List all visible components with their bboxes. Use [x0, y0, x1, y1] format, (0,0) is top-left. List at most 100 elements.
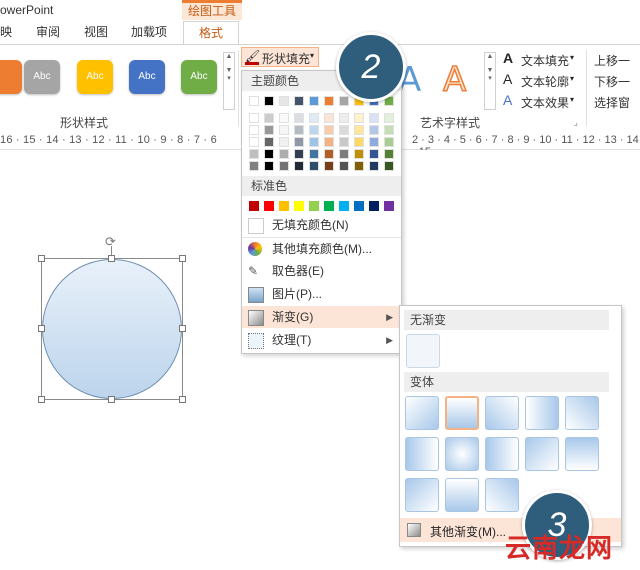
theme-color-swatch[interactable]	[249, 161, 259, 171]
theme-color-swatch[interactable]	[279, 149, 289, 159]
theme-color-swatch[interactable]	[354, 113, 364, 123]
resize-handle-n[interactable]	[108, 255, 115, 262]
theme-color-swatch[interactable]	[264, 161, 274, 171]
standard-color-swatch[interactable]	[264, 201, 274, 211]
standard-color-swatch[interactable]	[279, 201, 289, 211]
tab-format[interactable]: 格式	[183, 21, 239, 45]
theme-color-swatch[interactable]	[384, 113, 394, 123]
theme-color-swatch[interactable]	[309, 96, 319, 106]
resize-handle-w[interactable]	[38, 325, 45, 332]
theme-color-swatch[interactable]	[324, 161, 334, 171]
theme-color-swatch[interactable]	[249, 149, 259, 159]
theme-color-swatch[interactable]	[324, 125, 334, 135]
gradient-variant[interactable]	[525, 396, 559, 430]
theme-color-swatch[interactable]	[384, 125, 394, 135]
dialog-launcher-icon[interactable]: ⌟	[574, 118, 578, 127]
theme-color-swatch[interactable]	[324, 113, 334, 123]
theme-color-swatch[interactable]	[294, 113, 304, 123]
theme-color-swatch[interactable]	[339, 113, 349, 123]
menu-item-more-fill-colors[interactable]: 其他填充颜色(M)...	[242, 237, 401, 260]
theme-color-swatch[interactable]	[369, 125, 379, 135]
theme-color-swatch[interactable]	[294, 96, 304, 106]
theme-color-swatch[interactable]	[324, 149, 334, 159]
gradient-variant[interactable]	[405, 437, 439, 471]
theme-color-swatch[interactable]	[294, 149, 304, 159]
theme-color-swatch[interactable]	[369, 113, 379, 123]
theme-color-swatch[interactable]	[264, 149, 274, 159]
theme-color-swatch[interactable]	[264, 96, 274, 106]
theme-color-swatch[interactable]	[279, 113, 289, 123]
theme-color-swatch[interactable]	[309, 161, 319, 171]
resize-handle-ne[interactable]	[179, 255, 186, 262]
gradient-variant[interactable]	[485, 396, 519, 430]
tab-review[interactable]: 审阅	[36, 22, 60, 44]
theme-color-swatch[interactable]	[309, 125, 319, 135]
theme-color-swatch[interactable]	[369, 137, 379, 147]
menu-item-eyedropper[interactable]: ✎ 取色器(E)	[242, 260, 401, 282]
theme-color-swatch[interactable]	[354, 137, 364, 147]
gradient-variant[interactable]	[405, 478, 439, 512]
gradient-variant[interactable]	[525, 437, 559, 471]
theme-color-swatch[interactable]	[384, 137, 394, 147]
standard-color-swatch[interactable]	[249, 201, 259, 211]
theme-color-swatch[interactable]	[309, 113, 319, 123]
standard-color-swatch[interactable]	[354, 201, 364, 211]
tab-slideshow[interactable]: 映	[0, 22, 12, 44]
gradient-variant[interactable]	[445, 437, 479, 471]
wordart-scroll[interactable]: ▲ ▼ ▾	[484, 52, 496, 110]
shape-style-gold[interactable]: Abc	[77, 60, 113, 94]
theme-color-swatch[interactable]	[294, 137, 304, 147]
gradient-variant[interactable]	[565, 437, 599, 471]
resize-handle-e[interactable]	[179, 325, 186, 332]
bring-forward-button[interactable]: 上移一	[594, 52, 630, 69]
theme-color-swatch[interactable]	[294, 125, 304, 135]
theme-color-swatch[interactable]	[339, 149, 349, 159]
theme-color-swatch[interactable]	[369, 161, 379, 171]
theme-color-swatch[interactable]	[249, 125, 259, 135]
resize-handle-se[interactable]	[179, 396, 186, 403]
standard-color-swatch[interactable]	[339, 201, 349, 211]
gradient-variant[interactable]	[485, 437, 519, 471]
shape-fill-button[interactable]: 🖌 形状填充 ▾	[241, 47, 319, 67]
theme-color-swatch[interactable]	[324, 96, 334, 106]
gradient-variant[interactable]	[445, 478, 479, 512]
theme-color-swatch[interactable]	[249, 113, 259, 123]
theme-color-swatch[interactable]	[279, 96, 289, 106]
shape-style-green[interactable]: Abc	[181, 60, 217, 94]
theme-color-swatch[interactable]	[279, 137, 289, 147]
theme-color-swatch[interactable]	[309, 137, 319, 147]
theme-color-swatch[interactable]	[279, 125, 289, 135]
standard-color-swatch[interactable]	[294, 201, 304, 211]
theme-color-swatch[interactable]	[384, 149, 394, 159]
gradient-variant[interactable]	[405, 396, 439, 430]
theme-color-swatch[interactable]	[354, 161, 364, 171]
standard-color-swatch[interactable]	[384, 201, 394, 211]
theme-color-swatch[interactable]	[354, 125, 364, 135]
theme-color-swatch[interactable]	[324, 137, 334, 147]
gradient-variant-selected[interactable]	[445, 396, 479, 430]
standard-color-swatch[interactable]	[324, 201, 334, 211]
theme-color-swatch[interactable]	[339, 137, 349, 147]
text-effects-button[interactable]: 文本效果	[521, 94, 569, 111]
send-backward-button[interactable]: 下移一	[594, 73, 630, 90]
standard-color-swatch[interactable]	[369, 201, 379, 211]
gradient-variant[interactable]	[485, 478, 519, 512]
theme-color-swatch[interactable]	[279, 161, 289, 171]
resize-handle-s[interactable]	[108, 396, 115, 403]
theme-color-swatch[interactable]	[264, 125, 274, 135]
theme-color-swatch[interactable]	[309, 149, 319, 159]
theme-color-swatch[interactable]	[339, 96, 349, 106]
menu-item-picture[interactable]: 图片(P)...	[242, 283, 401, 305]
shape-style-gray[interactable]: Abc	[24, 60, 60, 94]
theme-color-swatch[interactable]	[294, 161, 304, 171]
theme-color-swatch[interactable]	[264, 113, 274, 123]
gradient-variant[interactable]	[565, 396, 599, 430]
theme-color-swatch[interactable]	[384, 161, 394, 171]
standard-color-swatch[interactable]	[309, 201, 319, 211]
shape-style-blue[interactable]: Abc	[129, 60, 165, 94]
menu-item-texture[interactable]: 纹理(T) ▶	[242, 329, 401, 351]
theme-color-swatch[interactable]	[339, 125, 349, 135]
circle-shape[interactable]	[42, 259, 182, 399]
shape-styles-scroll[interactable]: ▲ ▼ ▾	[223, 52, 235, 110]
theme-color-swatch[interactable]	[339, 161, 349, 171]
